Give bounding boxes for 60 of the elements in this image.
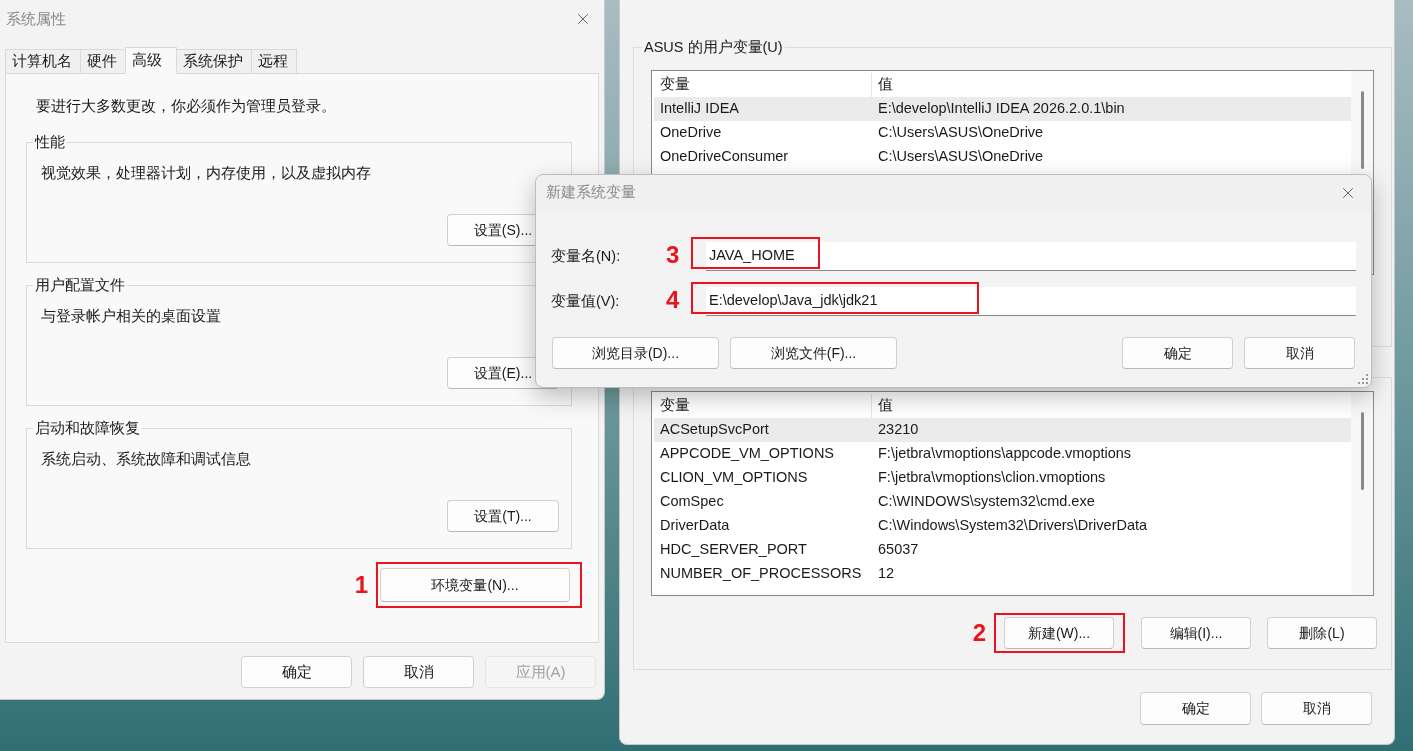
environment-variables-button[interactable]: 环境变量(N)... — [380, 568, 570, 602]
variable-row[interactable]: ACSetupSvcPort 23210 — [654, 418, 1351, 442]
step-number: 2 — [972, 621, 986, 645]
dialog-button[interactable]: 取消 — [1261, 692, 1372, 725]
field-label: 变量名(N): — [551, 246, 622, 266]
dialog-button[interactable]: 取消 — [363, 656, 474, 688]
table-cell-text: C:\WINDOWS\system32\cmd.exe — [877, 492, 1096, 512]
table-cell-text: IntelliJ IDEA — [659, 99, 740, 119]
table-cell-text: OneDriveConsumer — [659, 147, 790, 167]
group-description: 与登录帐户相关的桌面设置 — [41, 307, 221, 326]
table-cell-text: 65037 — [877, 540, 920, 560]
table-cell-text: HDC_SERVER_PORT — [659, 540, 808, 560]
table-cell-text: F:\jetbra\vmoptions\clion.vmoptions — [877, 468, 1107, 488]
table-cell-text: APPCODE_VM_OPTIONS — [659, 444, 836, 464]
table-cell-text: ACSetupSvcPort — [659, 420, 770, 440]
list-action-button[interactable]: 编辑(I)... — [1141, 617, 1251, 649]
dialog-button[interactable]: 确定 — [241, 656, 352, 688]
browse-button[interactable]: 浏览文件(F)... — [730, 337, 897, 369]
variable-row[interactable]: IntelliJ IDEA E:\develop\IntelliJ IDEA 2026.2.0.1\bin — [654, 97, 1351, 121]
group-description: 视觉效果，处理器计划，内存使用，以及虚拟内存 — [41, 164, 371, 183]
table-cell-text: C:\Windows\System32\Drivers\DriverData — [877, 516, 1149, 536]
input-field[interactable]: JAVA_HOME — [706, 242, 1356, 271]
input-field[interactable]: E:\develop\Java_jdk\jdk21 — [706, 287, 1356, 316]
group-title: ASUS 的用户变量(U) — [642, 37, 785, 57]
browse-button[interactable]: 浏览目录(D)... — [552, 337, 719, 369]
table-cell-text: C:\Users\ASUS\OneDrive — [877, 123, 1045, 143]
tab[interactable]: 计算机名 — [5, 49, 81, 74]
table-cell-text: CLION_VM_OPTIONS — [659, 468, 809, 488]
tab[interactable]: 高级 — [125, 47, 177, 74]
table-cell-text: ComSpec — [659, 492, 725, 512]
group-title: 用户配置文件 — [33, 275, 127, 295]
dialog-button[interactable]: 取消 — [1244, 337, 1355, 369]
window-title: 系统属性 — [6, 8, 66, 29]
scrollbar[interactable] — [1351, 392, 1373, 595]
list-action-button[interactable]: 删除(L) — [1267, 617, 1377, 649]
dialog-button[interactable]: 确定 — [1140, 692, 1251, 725]
field-label: 变量值(V): — [551, 291, 621, 311]
table-cell-text: OneDrive — [659, 123, 723, 143]
table-cell-text: 12 — [877, 564, 896, 584]
group-title: 性能 — [33, 132, 67, 152]
resize-grip-icon[interactable] — [1358, 374, 1368, 384]
list-action-button[interactable]: 新建(W)... — [1004, 617, 1114, 649]
column-header[interactable]: 值 — [872, 73, 1351, 97]
table-cell-text: DriverData — [659, 516, 731, 536]
step-number: 3 — [666, 241, 680, 268]
table-cell-text: E:\develop\IntelliJ IDEA 2026.2.0.1\bin — [877, 99, 1126, 119]
dialog-button[interactable]: 确定 — [1122, 337, 1233, 369]
table-cell-text: C:\Users\ASUS\OneDrive — [877, 147, 1045, 167]
table-cell-text: 23210 — [877, 420, 920, 440]
step-number: 4 — [666, 286, 680, 313]
settings-button[interactable]: 设置(T)... — [447, 500, 559, 532]
dialog-title: 新建系统变量 — [546, 183, 636, 203]
admin-notice: 要进行大多数更改，你必须作为管理员登录。 — [35, 97, 337, 116]
table-cell-text: NUMBER_OF_PROCESSORS — [659, 564, 863, 584]
group-title: 启动和故障恢复 — [33, 418, 142, 438]
step-number: 1 — [354, 573, 368, 597]
column-header[interactable]: 值 — [872, 394, 1351, 418]
group-description: 系统启动、系统故障和调试信息 — [41, 450, 251, 469]
table-cell-text: F:\jetbra\vmoptions\appcode.vmoptions — [877, 444, 1133, 464]
tab[interactable]: 远程 — [251, 49, 297, 74]
